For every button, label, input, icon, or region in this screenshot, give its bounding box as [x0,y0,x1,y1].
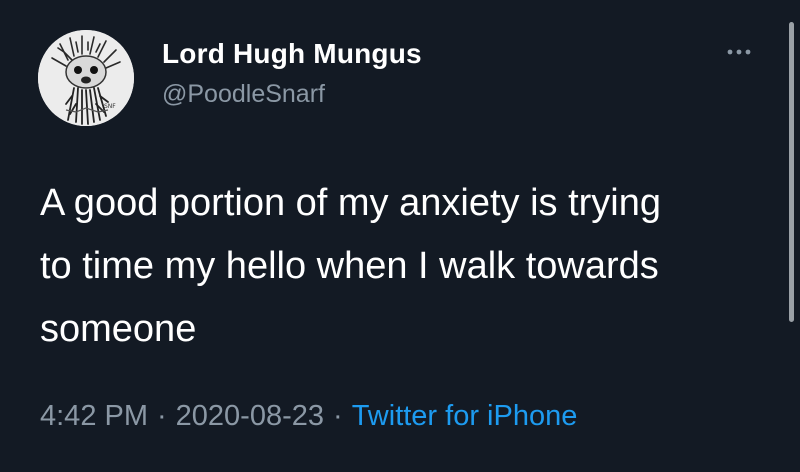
author-display-name[interactable]: Lord Hugh Mungus [162,38,422,70]
tweet-metadata: 4:42 PM · 2020-08-23 · Twitter for iPhone [40,400,577,433]
avatar[interactable]: SNF [38,30,134,126]
scrollbar[interactable] [789,22,794,322]
tweet-card: SNF Lord Hugh Mungus @PoodleSnarf A good… [0,0,800,472]
svg-text:SNF: SNF [104,103,116,110]
separator: · [333,400,343,432]
more-options-button[interactable] [722,40,760,64]
poodle-avatar-icon: SNF [38,30,134,126]
more-horizontal-icon [727,49,751,55]
tweet-text-line: to time my hello when I walk towards [40,245,659,287]
tweet-date[interactable]: 2020-08-23 [176,400,324,432]
tweet-text: A good portion of my anxiety is trying t… [40,172,760,361]
tweet-source-link[interactable]: Twitter for iPhone [352,400,578,432]
author-handle[interactable]: @PoodleSnarf [162,80,325,109]
separator: · [157,400,167,432]
tweet-text-line: someone [40,308,197,350]
tweet-time[interactable]: 4:42 PM [40,400,148,432]
tweet-text-line: A good portion of my anxiety is trying [40,182,661,224]
